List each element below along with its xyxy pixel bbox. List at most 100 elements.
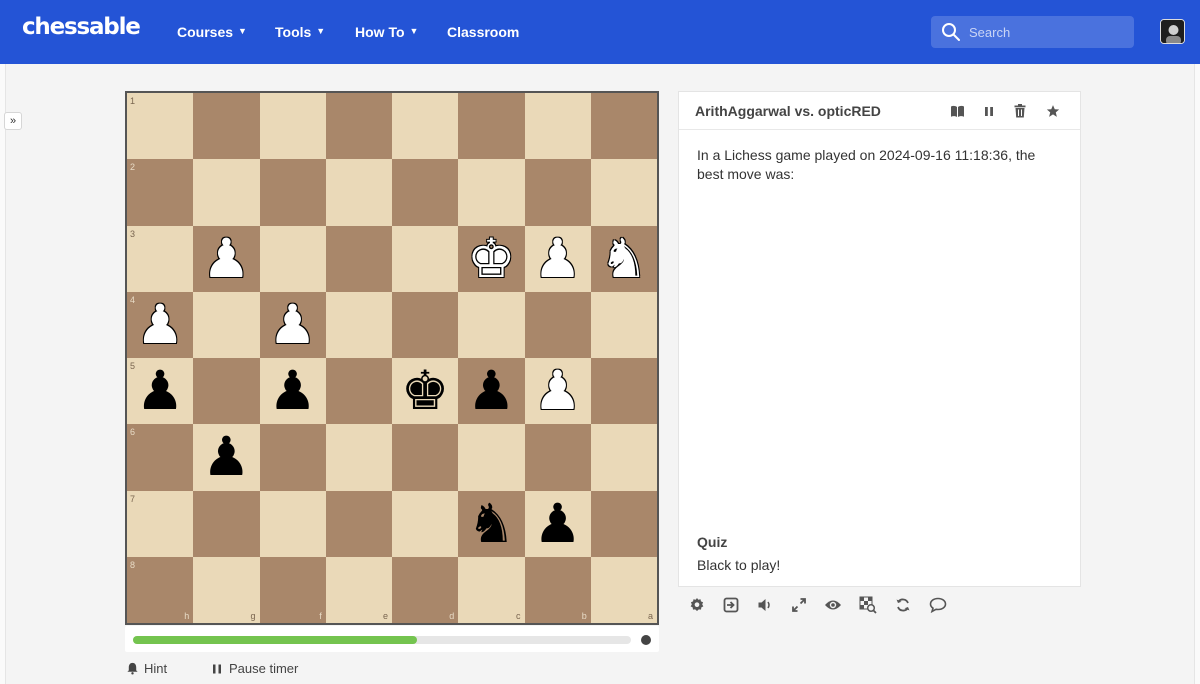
board-square[interactable] — [590, 159, 657, 226]
board-square[interactable] — [259, 159, 326, 226]
avatar[interactable] — [1160, 19, 1185, 44]
board-square[interactable]: 2 — [127, 159, 194, 226]
board-square[interactable] — [193, 93, 260, 160]
nav-courses[interactable]: Courses ▼ — [177, 24, 247, 40]
board-square[interactable] — [590, 93, 657, 160]
board-square[interactable] — [524, 424, 591, 491]
black-king-piece[interactable]: ♚ — [401, 364, 449, 418]
board-square[interactable] — [259, 93, 326, 160]
white-pawn-piece[interactable]: ♟ — [136, 297, 184, 352]
board-square[interactable]: 7 — [127, 490, 194, 557]
white-knight-piece[interactable]: ♞ — [600, 231, 648, 286]
white-pawn-piece[interactable]: ♟ — [202, 231, 250, 286]
black-pawn-piece[interactable]: ♟ — [136, 364, 184, 418]
board-search-icon[interactable] — [859, 596, 877, 614]
board-square[interactable] — [524, 93, 591, 160]
board-square[interactable]: b — [524, 556, 591, 623]
board-square[interactable] — [458, 93, 525, 160]
board-square[interactable]: ♟ — [193, 225, 260, 292]
board-square[interactable] — [392, 159, 459, 226]
black-knight-piece[interactable]: ♞ — [467, 496, 515, 551]
board-square[interactable]: 5 ♟ — [127, 358, 194, 425]
board-square[interactable]: 8h — [127, 556, 194, 623]
black-pawn-piece[interactable]: ♟ — [467, 364, 515, 418]
board-square[interactable] — [590, 490, 657, 557]
exit-icon[interactable] — [722, 596, 740, 614]
flip-icon[interactable] — [894, 596, 912, 614]
board-square[interactable] — [590, 358, 657, 425]
board-square[interactable]: c — [458, 556, 525, 623]
board-square[interactable]: ♟ — [259, 358, 326, 425]
trash-icon[interactable] — [1012, 103, 1028, 119]
board-square[interactable] — [524, 159, 591, 226]
chess-board[interactable]: 1 2 3 ♟ ♚ ♟ ♞ 4 ♟ ♟ 5 ♟ ♟ ♚ ♟ ♟ 6 ♟ 7 ♞ ♟ 8 h g f e d c b a — [125, 91, 659, 625]
board-square[interactable]: ♟ — [524, 490, 591, 557]
pause-timer-button[interactable]: Pause timer — [211, 661, 298, 676]
board-square[interactable] — [590, 424, 657, 491]
board-square[interactable] — [325, 93, 392, 160]
board-square[interactable] — [458, 424, 525, 491]
board-square[interactable] — [392, 93, 459, 160]
board-square[interactable]: 6 — [127, 424, 194, 491]
book-icon[interactable] — [949, 103, 965, 119]
white-pawn-piece[interactable]: ♟ — [533, 364, 581, 418]
nav-tools[interactable]: Tools ▼ — [275, 24, 325, 40]
board-square[interactable] — [524, 291, 591, 358]
board-square[interactable] — [325, 490, 392, 557]
board-square[interactable] — [325, 424, 392, 491]
board-square[interactable] — [259, 424, 326, 491]
board-square[interactable]: ♞ — [590, 225, 657, 292]
settings-icon[interactable] — [688, 596, 706, 614]
board-square[interactable]: 4 ♟ — [127, 291, 194, 358]
board-square[interactable]: ♟ — [524, 358, 591, 425]
board-square[interactable] — [590, 291, 657, 358]
black-pawn-piece[interactable]: ♟ — [533, 496, 581, 551]
board-square[interactable] — [325, 225, 392, 292]
expand-sidebar-button[interactable]: » — [4, 112, 22, 130]
board-square[interactable] — [193, 291, 260, 358]
board-square[interactable] — [325, 159, 392, 226]
board-square[interactable] — [193, 159, 260, 226]
board-square[interactable] — [392, 490, 459, 557]
board-square[interactable] — [259, 490, 326, 557]
white-king-piece[interactable]: ♚ — [467, 231, 515, 286]
nav-how-to[interactable]: How To ▼ — [355, 24, 418, 40]
star-icon[interactable] — [1045, 103, 1061, 119]
black-pawn-piece[interactable]: ♟ — [202, 430, 250, 484]
board-square[interactable]: ♚ — [458, 225, 525, 292]
board-square[interactable]: ♟ — [458, 358, 525, 425]
board-square[interactable]: ♞ — [458, 490, 525, 557]
hint-button[interactable]: Hint — [126, 661, 167, 676]
board-square[interactable] — [392, 225, 459, 292]
board-square[interactable]: g — [193, 556, 260, 623]
white-pawn-piece[interactable]: ♟ — [533, 231, 581, 286]
board-square[interactable]: e — [325, 556, 392, 623]
search-input[interactable] — [969, 24, 1119, 40]
board-square[interactable] — [458, 159, 525, 226]
board-square[interactable]: ♟ — [524, 225, 591, 292]
board-square[interactable] — [392, 291, 459, 358]
board-square[interactable]: a — [590, 556, 657, 623]
nav-classroom[interactable]: Classroom — [447, 24, 519, 40]
board-square[interactable] — [259, 225, 326, 292]
pause-icon[interactable] — [981, 103, 997, 119]
eye-icon[interactable] — [824, 596, 842, 614]
white-pawn-piece[interactable]: ♟ — [268, 297, 316, 352]
board-square[interactable] — [392, 424, 459, 491]
board-square[interactable]: ♚ — [392, 358, 459, 425]
board-square[interactable]: 1 — [127, 93, 194, 160]
board-square[interactable]: ♟ — [259, 291, 326, 358]
board-square[interactable]: ♟ — [193, 424, 260, 491]
board-square[interactable]: d — [392, 556, 459, 623]
comment-icon[interactable] — [929, 596, 947, 614]
board-square[interactable] — [325, 358, 392, 425]
volume-icon[interactable] — [756, 596, 774, 614]
board-square[interactable] — [193, 490, 260, 557]
board-square[interactable] — [458, 291, 525, 358]
brand-logo[interactable]: chessable — [22, 14, 141, 40]
fullscreen-icon[interactable] — [790, 596, 808, 614]
board-square[interactable]: f — [259, 556, 326, 623]
board-square[interactable] — [325, 291, 392, 358]
board-square[interactable]: 3 — [127, 225, 194, 292]
board-square[interactable] — [193, 358, 260, 425]
